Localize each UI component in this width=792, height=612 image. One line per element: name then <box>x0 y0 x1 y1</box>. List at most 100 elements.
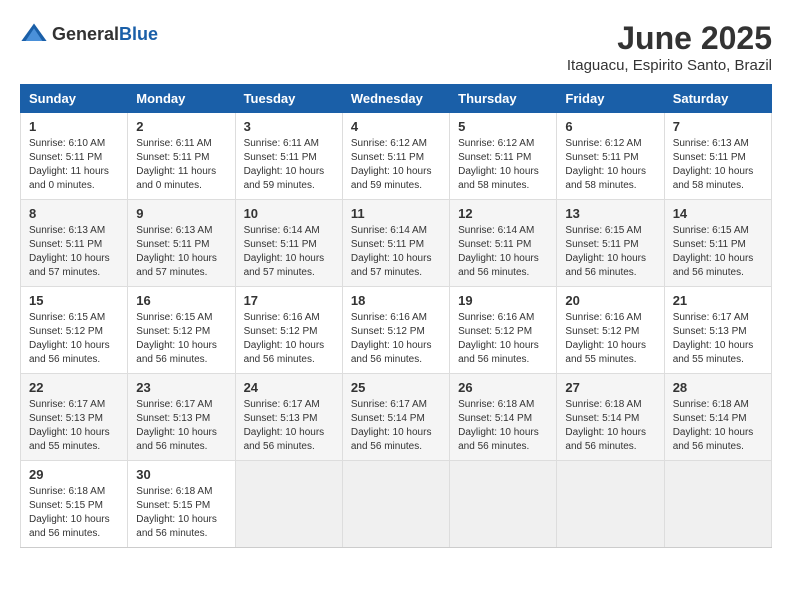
day-number: 22 <box>29 380 119 395</box>
calendar-header-row: SundayMondayTuesdayWednesdayThursdayFrid… <box>21 85 772 113</box>
calendar-cell: 16 Sunrise: 6:15 AMSunset: 5:12 PMDayligh… <box>128 287 235 374</box>
day-number: 15 <box>29 293 119 308</box>
calendar-cell: 3 Sunrise: 6:11 AMSunset: 5:11 PMDaylight… <box>235 113 342 200</box>
day-info: Sunrise: 6:13 AMSunset: 5:11 PMDaylight:… <box>136 224 226 280</box>
calendar-cell <box>342 461 449 548</box>
day-info: Sunrise: 6:17 AMSunset: 5:13 PMDaylight:… <box>136 398 226 454</box>
day-number: 4 <box>351 119 441 134</box>
page-header: GeneralBlue June 2025 Itaguacu, Espirito… <box>20 20 772 74</box>
calendar-cell: 13 Sunrise: 6:15 AMSunset: 5:11 PMDayligh… <box>557 200 664 287</box>
day-info: Sunrise: 6:14 AMSunset: 5:11 PMDaylight:… <box>244 224 334 280</box>
calendar-cell <box>664 461 771 548</box>
day-info: Sunrise: 6:16 AMSunset: 5:12 PMDaylight:… <box>351 311 441 367</box>
calendar-week-5: 29 Sunrise: 6:18 AMSunset: 5:15 PMDayligh… <box>21 461 772 548</box>
day-number: 19 <box>458 293 548 308</box>
calendar-cell: 29 Sunrise: 6:18 AMSunset: 5:15 PMDayligh… <box>21 461 128 548</box>
calendar-cell <box>235 461 342 548</box>
logo: GeneralBlue <box>20 20 158 48</box>
calendar-cell: 27Sunrise: 6:18 AMSunset: 5:14 PMDayligh… <box>557 374 664 461</box>
day-info: Sunrise: 6:16 AMSunset: 5:12 PMDaylight:… <box>565 311 655 367</box>
day-info: Sunrise: 6:12 AMSunset: 5:11 PMDaylight:… <box>351 137 441 193</box>
day-number: 1 <box>29 119 119 134</box>
calendar-table: SundayMondayTuesdayWednesdayThursdayFrid… <box>20 84 772 548</box>
day-number: 17 <box>244 293 334 308</box>
calendar-cell: 17 Sunrise: 6:16 AMSunset: 5:12 PMDayligh… <box>235 287 342 374</box>
calendar-cell: 24 Sunrise: 6:17 AMSunset: 5:13 PMDayligh… <box>235 374 342 461</box>
day-number: 25 <box>351 380 441 395</box>
day-info: Sunrise: 6:17 AMSunset: 5:13 PMDaylight:… <box>673 311 763 367</box>
day-info: Sunrise: 6:13 AMSunset: 5:11 PMDaylight:… <box>29 224 119 280</box>
day-number: 2 <box>136 119 226 134</box>
calendar-cell: 25 Sunrise: 6:17 AMSunset: 5:14 PMDayligh… <box>342 374 449 461</box>
day-info: Sunrise: 6:18 AMSunset: 5:15 PMDaylight:… <box>29 485 119 541</box>
calendar-cell: 20 Sunrise: 6:16 AMSunset: 5:12 PMDayligh… <box>557 287 664 374</box>
logo-general: General <box>52 24 119 44</box>
logo-blue: Blue <box>119 24 158 44</box>
calendar-cell <box>450 461 557 548</box>
calendar-header-saturday: Saturday <box>664 85 771 113</box>
day-info: Sunrise: 6:13 AMSunset: 5:11 PMDaylight:… <box>673 137 763 193</box>
calendar-cell: 19 Sunrise: 6:16 AMSunset: 5:12 PMDayligh… <box>450 287 557 374</box>
calendar-header-monday: Monday <box>128 85 235 113</box>
calendar-week-2: 8 Sunrise: 6:13 AMSunset: 5:11 PMDaylight… <box>21 200 772 287</box>
calendar-cell: 14 Sunrise: 6:15 AMSunset: 5:11 PMDayligh… <box>664 200 771 287</box>
day-number: 8 <box>29 206 119 221</box>
day-info: Sunrise: 6:15 AMSunset: 5:11 PMDaylight:… <box>565 224 655 280</box>
calendar-body: 1 Sunrise: 6:10 AMSunset: 5:11 PMDaylight… <box>21 113 772 548</box>
calendar-cell: 12 Sunrise: 6:14 AMSunset: 5:11 PMDayligh… <box>450 200 557 287</box>
day-number: 5 <box>458 119 548 134</box>
day-info: Sunrise: 6:17 AMSunset: 5:14 PMDaylight:… <box>351 398 441 454</box>
day-info: Sunrise: 6:12 AMSunset: 5:11 PMDaylight:… <box>458 137 548 193</box>
calendar-cell: 1 Sunrise: 6:10 AMSunset: 5:11 PMDaylight… <box>21 113 128 200</box>
calendar-cell: 28Sunrise: 6:18 AMSunset: 5:14 PMDayligh… <box>664 374 771 461</box>
month-title: June 2025 <box>567 20 772 57</box>
calendar-cell: 9Sunrise: 6:13 AMSunset: 5:11 PMDaylight… <box>128 200 235 287</box>
calendar-cell: 30 Sunrise: 6:18 AMSunset: 5:15 PMDayligh… <box>128 461 235 548</box>
day-number: 14 <box>673 206 763 221</box>
day-info: Sunrise: 6:18 AMSunset: 5:14 PMDaylight:… <box>565 398 655 454</box>
calendar-cell <box>557 461 664 548</box>
day-info: Sunrise: 6:14 AMSunset: 5:11 PMDaylight:… <box>351 224 441 280</box>
calendar-cell: 26Sunrise: 6:18 AMSunset: 5:14 PMDayligh… <box>450 374 557 461</box>
day-number: 3 <box>244 119 334 134</box>
day-info: Sunrise: 6:16 AMSunset: 5:12 PMDaylight:… <box>244 311 334 367</box>
calendar-header-sunday: Sunday <box>21 85 128 113</box>
day-number: 16 <box>136 293 226 308</box>
day-number: 18 <box>351 293 441 308</box>
day-number: 7 <box>673 119 763 134</box>
day-info: Sunrise: 6:15 AMSunset: 5:11 PMDaylight:… <box>673 224 763 280</box>
day-info: Sunrise: 6:14 AMSunset: 5:11 PMDaylight:… <box>458 224 548 280</box>
calendar-cell: 10 Sunrise: 6:14 AMSunset: 5:11 PMDayligh… <box>235 200 342 287</box>
day-info: Sunrise: 6:16 AMSunset: 5:12 PMDaylight:… <box>458 311 548 367</box>
day-number: 13 <box>565 206 655 221</box>
calendar-cell: 4 Sunrise: 6:12 AMSunset: 5:11 PMDaylight… <box>342 113 449 200</box>
day-info: Sunrise: 6:17 AMSunset: 5:13 PMDaylight:… <box>244 398 334 454</box>
day-number: 30 <box>136 467 226 482</box>
calendar-header-wednesday: Wednesday <box>342 85 449 113</box>
day-info: Sunrise: 6:11 AMSunset: 5:11 PMDaylight:… <box>244 137 334 193</box>
day-number: 29 <box>29 467 119 482</box>
location-title: Itaguacu, Espirito Santo, Brazil <box>567 57 772 74</box>
day-number: 20 <box>565 293 655 308</box>
day-info: Sunrise: 6:15 AMSunset: 5:12 PMDaylight:… <box>136 311 226 367</box>
day-info: Sunrise: 6:18 AMSunset: 5:15 PMDaylight:… <box>136 485 226 541</box>
day-info: Sunrise: 6:18 AMSunset: 5:14 PMDaylight:… <box>458 398 548 454</box>
calendar-header-tuesday: Tuesday <box>235 85 342 113</box>
calendar-cell: 8 Sunrise: 6:13 AMSunset: 5:11 PMDaylight… <box>21 200 128 287</box>
calendar-cell: 15Sunrise: 6:15 AMSunset: 5:12 PMDayligh… <box>21 287 128 374</box>
calendar-cell: 23 Sunrise: 6:17 AMSunset: 5:13 PMDayligh… <box>128 374 235 461</box>
calendar-cell: 18 Sunrise: 6:16 AMSunset: 5:12 PMDayligh… <box>342 287 449 374</box>
day-info: Sunrise: 6:12 AMSunset: 5:11 PMDaylight:… <box>565 137 655 193</box>
calendar-cell: 6Sunrise: 6:12 AMSunset: 5:11 PMDaylight… <box>557 113 664 200</box>
calendar-header-thursday: Thursday <box>450 85 557 113</box>
day-info: Sunrise: 6:10 AMSunset: 5:11 PMDaylight:… <box>29 137 119 193</box>
title-area: June 2025 Itaguacu, Espirito Santo, Braz… <box>567 20 772 74</box>
day-number: 24 <box>244 380 334 395</box>
calendar-cell: 22Sunrise: 6:17 AMSunset: 5:13 PMDayligh… <box>21 374 128 461</box>
calendar-cell: 11Sunrise: 6:14 AMSunset: 5:11 PMDayligh… <box>342 200 449 287</box>
day-number: 10 <box>244 206 334 221</box>
day-info: Sunrise: 6:11 AMSunset: 5:11 PMDaylight:… <box>136 137 226 193</box>
day-number: 12 <box>458 206 548 221</box>
day-number: 23 <box>136 380 226 395</box>
day-info: Sunrise: 6:18 AMSunset: 5:14 PMDaylight:… <box>673 398 763 454</box>
